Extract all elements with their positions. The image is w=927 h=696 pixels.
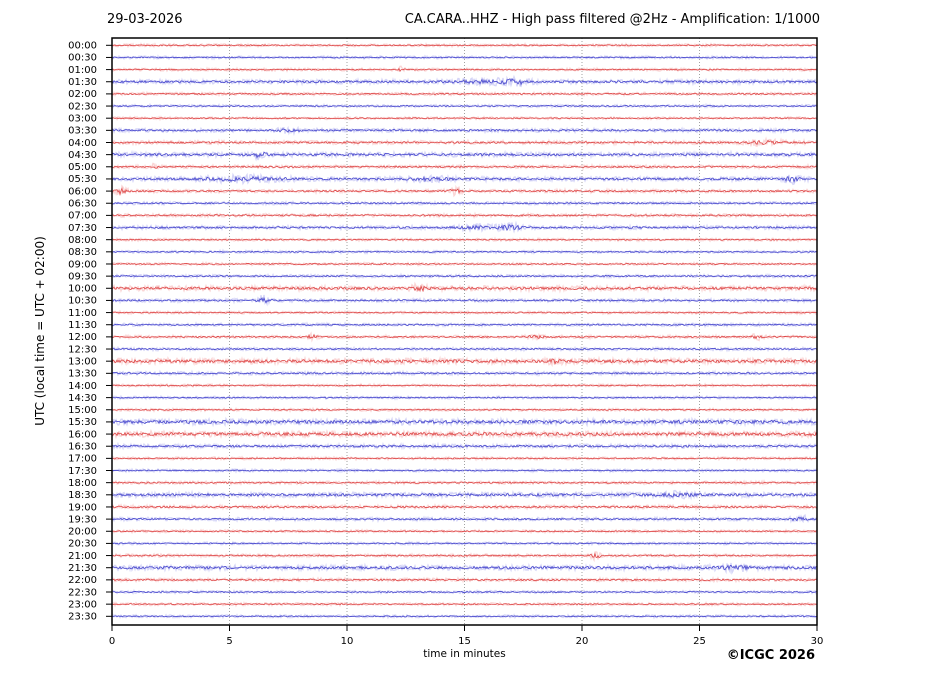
y-tick-label: 12:00 <box>68 332 97 343</box>
y-tick-label: 22:30 <box>68 587 97 598</box>
y-tick-label: 11:30 <box>68 320 97 331</box>
y-tick-label: 01:00 <box>68 65 97 76</box>
x-tick-label: 10 <box>341 636 354 647</box>
y-tick-label: 23:00 <box>68 599 97 610</box>
helicorder-plot: 00:0000:3001:0001:3002:0002:3003:00 03:30… <box>68 37 824 647</box>
y-tick-label: 19:00 <box>68 502 97 513</box>
y-tick-label: 07:00 <box>68 211 97 222</box>
y-tick-label: 15:30 <box>68 417 97 428</box>
y-tick-label: 14:30 <box>68 393 97 404</box>
y-tick-label: 20:00 <box>68 527 97 538</box>
y-tick-label: 16:30 <box>68 442 97 453</box>
y-tick-label: 05:00 <box>68 162 97 173</box>
y-tick-label: 06:00 <box>68 186 97 197</box>
x-tick-label: 30 <box>811 636 824 647</box>
y-tick-label: 05:30 <box>68 174 97 185</box>
y-tick-label: 04:00 <box>68 138 97 149</box>
y-tick-label: 20:30 <box>68 539 97 550</box>
y-tick-label: 11:00 <box>68 308 97 319</box>
y-tick-label: 12:30 <box>68 344 97 355</box>
helicorder-page: 29-03-2026 CA.CARA..HHZ - High pass filt… <box>0 0 927 696</box>
y-tick-label: 17:30 <box>68 466 97 477</box>
y-tick-label: 08:30 <box>68 247 97 258</box>
y-tick-label: 13:00 <box>68 356 97 367</box>
y-tick-label: 13:30 <box>68 369 97 380</box>
y-tick-label: 02:00 <box>68 89 97 100</box>
y-tick-label: 14:00 <box>68 381 97 392</box>
x-tick-label: 5 <box>226 636 232 647</box>
y-tick-label: 15:00 <box>68 405 97 416</box>
y-tick-label: 03:30 <box>68 126 97 137</box>
y-tick-label: 02:30 <box>68 101 97 112</box>
y-tick-label: 21:30 <box>68 563 97 574</box>
x-tick-label: 15 <box>458 636 471 647</box>
y-tick-label: 09:30 <box>68 271 97 282</box>
y-tick-label: 04:30 <box>68 150 97 161</box>
y-tick-label: 06:30 <box>68 199 97 210</box>
y-tick-label: 08:00 <box>68 235 97 246</box>
y-tick-label: 21:00 <box>68 551 97 562</box>
x-tick-label: 20 <box>576 636 589 647</box>
y-tick-label: 00:00 <box>68 41 97 52</box>
y-tick-label: 17:00 <box>68 454 97 465</box>
y-tick-label: 03:00 <box>68 113 97 124</box>
y-tick-label: 22:00 <box>68 575 97 586</box>
y-tick-label: 16:00 <box>68 429 97 440</box>
x-axis-label: time in minutes <box>423 648 506 660</box>
y-tick-label: 10:00 <box>68 284 97 295</box>
y-tick-label: 19:30 <box>68 514 97 525</box>
copyright-credit: ©ICGC 2026 <box>726 648 815 663</box>
x-tick-label: 0 <box>109 636 115 647</box>
y-tick-label: 10:30 <box>68 296 97 307</box>
x-tick-label: 25 <box>693 636 706 647</box>
y-tick-label: 00:30 <box>68 53 97 64</box>
y-tick-label: 18:30 <box>68 490 97 501</box>
y-tick-label: 18:00 <box>68 478 97 489</box>
y-tick-label: 23:30 <box>68 612 97 623</box>
y-tick-label: 09:00 <box>68 259 97 270</box>
y-tick-label: 07:30 <box>68 223 97 234</box>
y-tick-label: 01:30 <box>68 77 97 88</box>
